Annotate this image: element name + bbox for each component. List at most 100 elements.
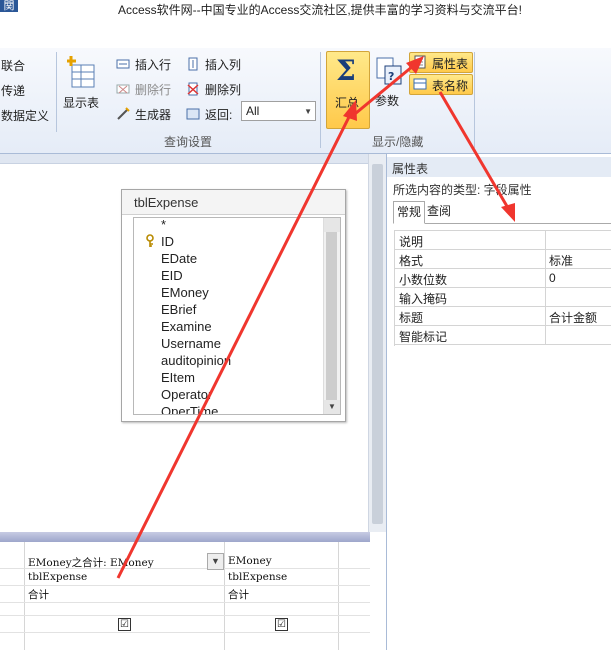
grid-total-cell[interactable]: 合计 <box>228 587 249 602</box>
grid-row-divider <box>0 615 370 616</box>
property-value[interactable]: 合计金额 <box>549 309 597 326</box>
grid-field-cell[interactable]: EMoney <box>228 555 272 567</box>
field-item[interactable]: OperTime <box>161 404 218 414</box>
property-tabs: 常规 查阅 <box>393 201 611 224</box>
field-item[interactable]: Examine <box>161 319 212 334</box>
property-sheet-label: 属性表 <box>432 57 469 71</box>
field-list[interactable]: * ID EDate EID EMoney EBrief Examine Use… <box>133 217 341 415</box>
grid-table-cell[interactable]: tblExpense <box>228 571 287 583</box>
property-sheet-button[interactable]: 属性表 <box>409 52 473 73</box>
grid-row-divider <box>0 585 370 586</box>
totals-button[interactable]: Σ 汇总 <box>326 51 370 129</box>
selection-type: 所选内容的类型: 字段属性 <box>393 183 532 197</box>
insert-col-icon <box>188 57 198 71</box>
property-sheet-header: 属性表 <box>387 157 611 177</box>
table-names-button[interactable]: 表名称 <box>409 74 473 95</box>
return-select[interactable]: All ▼ <box>241 101 316 121</box>
property-row[interactable]: 格式 标准 <box>394 249 611 269</box>
show-table-icon <box>67 56 95 88</box>
grid-column-divider <box>338 542 339 650</box>
field-item[interactable]: auditopinion <box>161 353 231 368</box>
table-names-icon <box>413 78 427 90</box>
parameters-button[interactable]: ? 参数 <box>372 54 408 110</box>
insert-row-icon <box>116 59 130 69</box>
parameters-icon: ? <box>376 57 402 85</box>
property-row[interactable]: 输入掩码 <box>394 287 611 307</box>
table-names-label: 表名称 <box>432 79 469 93</box>
property-sheet-icon <box>414 55 426 69</box>
grid-column-divider <box>224 542 225 650</box>
ribbon-separator <box>320 52 321 148</box>
builder-icon <box>117 107 130 120</box>
delete-col-icon <box>187 82 199 96</box>
scroll-down-icon[interactable]: ▼ <box>324 400 340 414</box>
property-value[interactable]: 标准 <box>549 252 573 269</box>
parameters-label: 参数 <box>375 94 400 108</box>
grid-field-cell[interactable]: EMoney之合计: EMoney <box>28 555 154 570</box>
builder-button[interactable]: 生成器 <box>135 106 171 123</box>
ribbon-separator <box>474 52 475 148</box>
table-window-header[interactable]: tblExpense <box>122 190 345 215</box>
tab-general[interactable]: 常规 <box>393 201 426 224</box>
query-design-grid[interactable]: EMoney之合计: EMoney tblExpense 合计 ☑ EMoney… <box>0 542 385 650</box>
property-key: 格式 <box>399 254 424 268</box>
scrollbar-thumb[interactable] <box>326 232 337 402</box>
data-definition-button[interactable]: 数据定义 <box>1 107 49 124</box>
passthrough-query-button[interactable]: 传递 <box>1 82 25 99</box>
field-item[interactable]: Username <box>161 336 221 351</box>
chevron-down-icon[interactable]: ▼ <box>304 107 312 116</box>
delete-row-button[interactable]: 删除行 <box>135 81 171 98</box>
field-item[interactable]: EMoney <box>161 285 209 300</box>
return-icon <box>186 108 200 120</box>
property-key: 智能标记 <box>399 330 448 344</box>
return-label: 返回: <box>205 108 233 122</box>
field-item[interactable]: * <box>161 218 166 232</box>
return-value: All <box>246 104 260 118</box>
grid-table-cell[interactable]: tblExpense <box>28 571 87 583</box>
field-item[interactable]: EID <box>161 268 183 283</box>
table-field-list-window[interactable]: tblExpense * ID EDate EID EMoney EBrief … <box>121 189 346 422</box>
field-item[interactable]: EDate <box>161 251 197 266</box>
design-vertical-scrollbar[interactable] <box>368 154 386 532</box>
design-area-header <box>0 154 368 164</box>
show-checkbox[interactable]: ☑ <box>118 618 131 631</box>
field-list-scrollbar[interactable]: ▼ <box>323 218 340 414</box>
property-row[interactable]: 智能标记 <box>394 325 611 345</box>
property-sheet-title: 属性表 <box>392 162 429 176</box>
field-item[interactable]: EBrief <box>161 302 196 317</box>
scrollbar-thumb[interactable] <box>372 164 383 524</box>
field-item[interactable]: ID <box>161 234 174 249</box>
pane-splitter[interactable] <box>0 532 370 542</box>
show-table-label: 显示表 <box>63 96 100 110</box>
ribbon-tab-stub[interactable]: 関 <box>0 0 18 12</box>
grid-row-divider <box>0 602 370 603</box>
property-row[interactable]: 说明 <box>394 230 611 250</box>
show-table-button[interactable]: 显示表 <box>63 52 103 110</box>
property-sheet-pane: 属性表 所选内容的类型: 字段属性 常规 查阅 说明 格式 标准 小数位数 0 输入… <box>386 154 611 650</box>
field-item[interactable]: EItem <box>161 370 195 385</box>
property-row[interactable]: 标题 合计金额 <box>394 306 611 326</box>
delete-row-icon <box>116 84 130 94</box>
insert-row-button[interactable]: 插入行 <box>135 56 171 73</box>
primary-key-icon <box>146 234 154 247</box>
field-dropdown-icon[interactable]: ▼ <box>207 553 224 570</box>
title-text: Access软件网--中国专业的Access交流社区,提供丰富的学习资料与交流平… <box>118 3 523 17</box>
property-value[interactable]: 0 <box>549 271 556 285</box>
title-bar: Access软件网--中国专业的Access交流社区,提供丰富的学习资料与交流平… <box>0 0 611 49</box>
union-query-button[interactable]: 联合 <box>1 57 25 74</box>
ribbon-separator <box>56 52 57 132</box>
property-key: 标题 <box>399 311 424 325</box>
table-name: tblExpense <box>134 195 199 210</box>
property-key: 说明 <box>399 235 424 249</box>
show-checkbox[interactable]: ☑ <box>275 618 288 631</box>
tab-lookup[interactable]: 查阅 <box>424 201 454 222</box>
property-row[interactable]: 小数位数 0 <box>394 268 611 288</box>
scroll-up-button[interactable] <box>324 218 340 232</box>
grid-column-divider <box>24 542 25 650</box>
grid-total-cell[interactable]: 合计 <box>28 587 49 602</box>
delete-col-button[interactable]: 删除列 <box>205 81 241 98</box>
field-item[interactable]: Operator <box>161 387 212 402</box>
insert-col-button[interactable]: 插入列 <box>205 56 241 73</box>
group-show-hide-label: 显示/隐藏 <box>372 135 424 149</box>
group-query-setup-label: 查询设置 <box>164 135 213 149</box>
